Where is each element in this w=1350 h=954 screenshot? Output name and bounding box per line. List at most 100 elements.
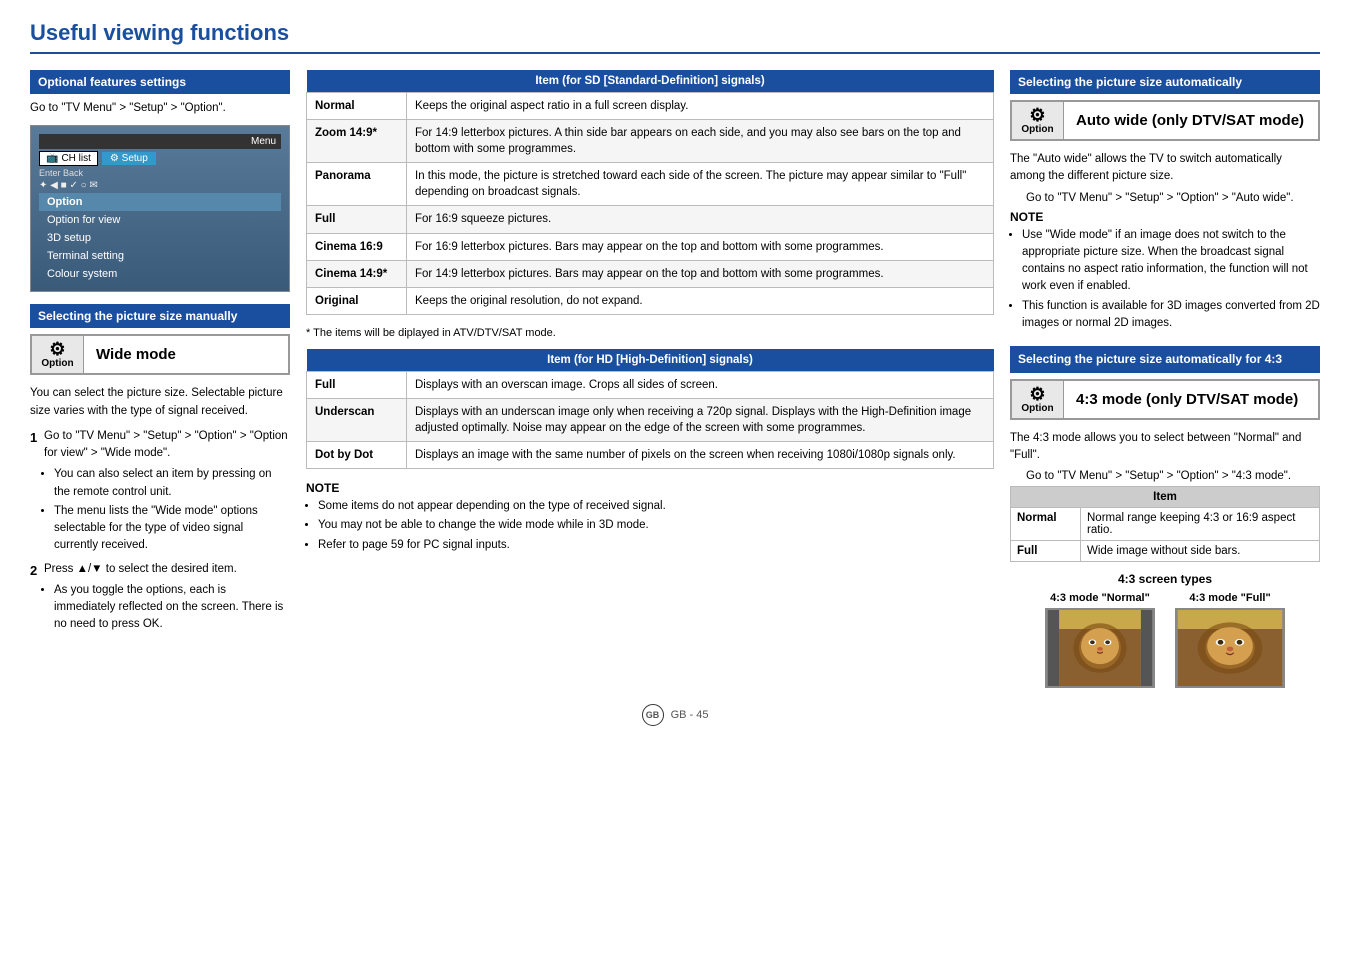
sd-footnote: * The items will be diplayed in ATV/DTV/… xyxy=(306,327,994,339)
lion-full-svg xyxy=(1177,610,1283,686)
for43-desc-1: Wide image without side bars. xyxy=(1081,541,1320,562)
sd-desc-6: Keeps the original resolution, do not ex… xyxy=(407,287,994,314)
screen-types-title: 4:3 screen types xyxy=(1010,572,1320,586)
manual-section-heading: Selecting the picture size manually xyxy=(30,304,290,328)
sd-desc-2: In this mode, the picture is stretched t… xyxy=(407,163,994,206)
hd-note-1: You may not be able to change the wide m… xyxy=(318,517,994,534)
for43-option-label-area: ⚙ Option xyxy=(1012,381,1064,418)
table-row: Full For 16:9 squeeze pictures. xyxy=(307,206,994,233)
menu-options: Option Option for view 3D setup Terminal… xyxy=(39,193,281,283)
option-label-text: Option xyxy=(41,358,73,369)
table-row: Underscan Displays with an underscan ima… xyxy=(307,398,994,441)
auto-note-title: NOTE xyxy=(1010,210,1320,224)
for43-heading: Selecting the picture size automatically… xyxy=(1010,346,1320,373)
sd-item-3: Full xyxy=(307,206,407,233)
sd-desc-0: Keeps the original aspect ratio in a ful… xyxy=(407,93,994,120)
auto-wide-value: Auto wide (only DTV/SAT mode) xyxy=(1064,106,1316,135)
menu-simulation: Menu 📺 CH list ⚙ Setup Enter Back ✦ ◀ ■ … xyxy=(30,125,290,292)
sd-table-header: Item (for SD [Standard-Definition] signa… xyxy=(307,70,994,93)
auto-note-0: Use "Wide mode" if an image does not swi… xyxy=(1022,227,1320,296)
intro-text: Go to "TV Menu" > "Setup" > "Option". xyxy=(30,100,290,117)
for43-mode-box: ⚙ Option 4:3 mode (only DTV/SAT mode) xyxy=(1010,379,1320,420)
for43-go-to: Go to "TV Menu" > "Setup" > "Option" > "… xyxy=(1010,470,1320,482)
step-2-bullet-1: As you toggle the options, each is immed… xyxy=(54,582,290,634)
auto-note-1: This function is available for 3D images… xyxy=(1022,298,1320,333)
for43-option-label-text: Option xyxy=(1021,403,1053,414)
main-layout: Optional features settings Go to "TV Men… xyxy=(30,70,1320,688)
screen-types: 4:3 screen types 4:3 mode "Normal" xyxy=(1010,572,1320,688)
steps-list: 1 Go to "TV Menu" > "Setup" > "Option" >… xyxy=(30,428,290,634)
auto-wide-box: ⚙ Option Auto wide (only DTV/SAT mode) xyxy=(1010,100,1320,141)
step-1-bullet-2: The menu lists the "Wide mode" options s… xyxy=(54,503,290,555)
step-1: 1 Go to "TV Menu" > "Setup" > "Option" >… xyxy=(30,428,290,555)
menu-item-4: Colour system xyxy=(39,265,281,283)
hd-note-title: NOTE xyxy=(306,481,994,495)
menu-item-3: Terminal setting xyxy=(39,247,281,265)
table-row: Normal Keeps the original aspect ratio i… xyxy=(307,93,994,120)
screen-normal-label: 4:3 mode "Normal" xyxy=(1045,592,1155,604)
table-row: Panorama In this mode, the picture is st… xyxy=(307,163,994,206)
sd-item-2: Panorama xyxy=(307,163,407,206)
screen-types-grid: 4:3 mode "Normal" xyxy=(1010,592,1320,688)
hd-note-2: Refer to page 59 for PC signal inputs. xyxy=(318,537,994,554)
auto-note-list: Use "Wide mode" if an image does not swi… xyxy=(1010,227,1320,333)
hd-item-2: Dot by Dot xyxy=(307,442,407,469)
screen-normal-item: 4:3 mode "Normal" xyxy=(1045,592,1155,688)
auto-option-label-area: ⚙ Option xyxy=(1012,102,1064,139)
sd-desc-3: For 16:9 squeeze pictures. xyxy=(407,206,994,233)
menu-item-2: 3D setup xyxy=(39,229,281,247)
menu-row-top: 📺 CH list ⚙ Setup xyxy=(39,151,281,166)
wide-mode-box: ⚙ Option Wide mode xyxy=(30,334,290,375)
for43-table-header: Item xyxy=(1011,487,1320,508)
screen-normal-thumb xyxy=(1045,608,1155,688)
for43-item-0: Normal xyxy=(1011,508,1081,541)
sd-desc-5: For 14:9 letterbox pictures. Bars may ap… xyxy=(407,260,994,287)
sd-desc-4: For 16:9 letterbox pictures. Bars may ap… xyxy=(407,233,994,260)
for43-body: The 4:3 mode allows you to select betwee… xyxy=(1010,430,1320,465)
page-title: Useful viewing functions xyxy=(30,20,1320,54)
auto-select-section: Selecting the picture size automatically… xyxy=(1010,70,1320,332)
gb-badge: GB xyxy=(642,704,664,726)
sd-item-4: Cinema 16:9 xyxy=(307,233,407,260)
table-row: Original Keeps the original resolution, … xyxy=(307,287,994,314)
hd-desc-1: Displays with an underscan image only wh… xyxy=(407,398,994,441)
option-icon: ⚙ xyxy=(49,340,65,358)
option-label-area: ⚙ Option xyxy=(32,336,84,373)
step-1-bullets: You can also select an item by pressing … xyxy=(44,466,290,554)
step-2: 2 Press ▲/▼ to select the desired item. … xyxy=(30,561,290,634)
left-column: Optional features settings Go to "TV Men… xyxy=(30,70,290,688)
for43-table: Item Normal Normal range keeping 4:3 or … xyxy=(1010,486,1320,562)
auto-select-heading: Selecting the picture size automatically xyxy=(1010,70,1320,94)
sd-desc-1: For 14:9 letterbox pictures. A thin side… xyxy=(407,120,994,163)
table-row: Full Wide image without side bars. xyxy=(1011,541,1320,562)
lion-normal-svg xyxy=(1047,610,1153,686)
sd-item-5: Cinema 14:9* xyxy=(307,260,407,287)
hd-item-1: Underscan xyxy=(307,398,407,441)
page-number: GB GB - 45 xyxy=(30,704,1320,726)
table-row: Full Displays with an overscan image. Cr… xyxy=(307,371,994,398)
step-2-text: Press ▲/▼ to select the desired item. xyxy=(44,563,237,575)
step-2-num: 2 xyxy=(30,561,37,581)
sd-item-6: Original xyxy=(307,287,407,314)
table-row: Zoom 14:9* For 14:9 letterbox pictures. … xyxy=(307,120,994,163)
screen-full-label: 4:3 mode "Full" xyxy=(1175,592,1285,604)
center-column: Item (for SD [Standard-Definition] signa… xyxy=(306,70,994,688)
auto-go-to: Go to "TV Menu" > "Setup" > "Option" > "… xyxy=(1010,192,1320,204)
auto-note-section: NOTE Use "Wide mode" if an image does no… xyxy=(1010,210,1320,333)
wide-mode-value: Wide mode xyxy=(84,340,188,369)
for43-desc-0: Normal range keeping 4:3 or 16:9 aspect … xyxy=(1081,508,1320,541)
for43-item-1: Full xyxy=(1011,541,1081,562)
hd-table: Item (for HD [High-Definition] signals) … xyxy=(306,349,994,469)
auto-option-icon: ⚙ xyxy=(1029,106,1045,124)
sd-item-0: Normal xyxy=(307,93,407,120)
for43-option-icon: ⚙ xyxy=(1029,385,1045,403)
table-row: Dot by Dot Displays an image with the sa… xyxy=(307,442,994,469)
step-1-bullet-1: You can also select an item by pressing … xyxy=(54,466,290,501)
wide-mode-body: You can select the picture size. Selecta… xyxy=(30,385,290,420)
step-1-num: 1 xyxy=(30,428,37,448)
menu-setup-btn: ⚙ Setup xyxy=(102,152,156,165)
optional-features-heading: Optional features settings xyxy=(30,70,290,94)
menu-ch-list: 📺 CH list xyxy=(39,151,98,166)
auto-body: The "Auto wide" allows the TV to switch … xyxy=(1010,151,1320,186)
setup-icon: ⚙ xyxy=(110,153,119,164)
